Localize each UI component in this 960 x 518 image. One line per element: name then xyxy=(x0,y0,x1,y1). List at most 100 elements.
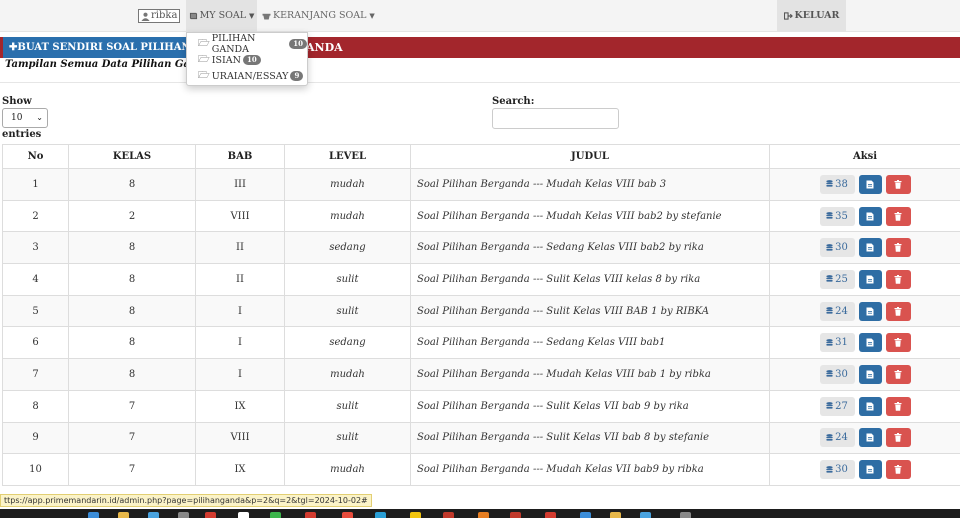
question-count-button[interactable]: 25 xyxy=(819,269,855,289)
delete-button[interactable] xyxy=(885,301,911,321)
cell-no: 5 xyxy=(2,294,69,328)
user-menu[interactable]: ribka xyxy=(138,9,181,23)
cell-kelas: 7 xyxy=(68,389,196,423)
question-count-button[interactable]: 31 xyxy=(819,333,855,353)
taskbar-app-icon[interactable] xyxy=(88,512,99,518)
cell-aksi: 30 xyxy=(769,231,960,265)
delete-button[interactable] xyxy=(885,206,911,226)
sign-out-icon xyxy=(783,12,793,20)
dropdown-item-pilihan-ganda[interactable]: 🗁 PILIHAN GANDA 10 xyxy=(187,33,307,55)
cell-no: 8 xyxy=(2,389,69,423)
question-count: 35 xyxy=(835,210,848,222)
question-count-button[interactable]: 30 xyxy=(819,238,855,258)
logout-button[interactable]: KELUAR xyxy=(777,0,846,32)
entries-select[interactable]: 10 ⌄ xyxy=(2,108,48,128)
taskbar-app-icon[interactable] xyxy=(443,512,454,518)
cell-level: sulit xyxy=(284,421,411,455)
count-badge: 9 xyxy=(290,71,304,81)
question-count-button[interactable]: 27 xyxy=(819,396,855,416)
taskbar-app-icon[interactable] xyxy=(680,512,691,518)
edit-button[interactable] xyxy=(858,460,882,480)
delete-button[interactable] xyxy=(885,269,911,289)
delete-button[interactable] xyxy=(885,174,911,194)
question-count-button[interactable]: 30 xyxy=(819,460,855,480)
trash-icon xyxy=(894,243,902,252)
question-count-button[interactable]: 38 xyxy=(819,174,855,194)
edit-button[interactable] xyxy=(858,174,882,194)
cell-bab: VIII xyxy=(195,421,285,455)
taskbar-app-icon[interactable] xyxy=(610,512,621,518)
col-header-aksi[interactable]: Aksi xyxy=(769,144,960,169)
keranjang-soal-menu[interactable]: KERANJANG SOAL ▼ xyxy=(262,0,375,32)
my-soal-label: MY SOAL xyxy=(199,10,247,21)
delete-button[interactable] xyxy=(885,428,911,448)
cell-level: sedang xyxy=(284,326,411,360)
taskbar-app-icon[interactable] xyxy=(305,512,316,518)
dropdown-item-uraian-essay[interactable]: 🗁 URAIAN/ESSAY 9 xyxy=(187,68,307,84)
dropdown-item-isian[interactable]: 🗁 ISIAN 10 xyxy=(187,52,307,68)
cell-level: sulit xyxy=(284,263,411,296)
cell-kelas: 8 xyxy=(68,326,196,360)
dropdown-item-label: ISIAN xyxy=(211,54,241,66)
taskbar-app-icon[interactable] xyxy=(580,512,591,518)
trash-icon xyxy=(894,465,902,474)
edit-button[interactable] xyxy=(858,428,882,448)
delete-button[interactable] xyxy=(885,396,911,416)
taskbar-app-icon[interactable] xyxy=(545,512,556,518)
question-count-button[interactable]: 30 xyxy=(819,364,855,384)
taskbar-app-icon[interactable] xyxy=(478,512,489,518)
col-header-level[interactable]: LEVEL xyxy=(284,144,411,169)
file-text-icon xyxy=(866,465,874,474)
edit-button[interactable] xyxy=(858,396,882,416)
question-count: 25 xyxy=(835,273,848,285)
cell-judul: Soal Pilihan Berganda --- Sedang Kelas V… xyxy=(410,326,770,360)
question-count-button[interactable]: 24 xyxy=(819,301,855,321)
database-icon xyxy=(826,465,833,473)
cell-kelas: 8 xyxy=(68,294,196,328)
taskbar-app-icon[interactable] xyxy=(270,512,281,518)
col-header-judul[interactable]: JUDUL xyxy=(410,144,770,169)
question-count-button[interactable]: 24 xyxy=(819,428,855,448)
question-count-button[interactable]: 35 xyxy=(819,206,855,226)
taskbar-app-icon[interactable] xyxy=(238,512,249,518)
book-icon xyxy=(189,12,197,20)
taskbar-app-icon[interactable] xyxy=(510,512,521,518)
file-text-icon xyxy=(866,212,874,221)
edit-button[interactable] xyxy=(858,333,882,353)
cell-no: 10 xyxy=(2,453,69,486)
taskbar-app-icon[interactable] xyxy=(118,512,129,518)
table-row: 8 7 IX sulit Soal Pilihan Berganda --- Sulit… xyxy=(2,389,960,423)
taskbar-app-icon[interactable] xyxy=(342,512,353,518)
taskbar-app-icon[interactable] xyxy=(178,512,189,518)
delete-button[interactable] xyxy=(885,364,911,384)
delete-button[interactable] xyxy=(885,460,911,480)
col-header-kelas[interactable]: KELAS xyxy=(68,144,196,169)
edit-button[interactable] xyxy=(858,269,882,289)
caret-down-icon: ▼ xyxy=(369,12,375,20)
edit-button[interactable] xyxy=(858,301,882,321)
page-header-title: ANDA xyxy=(306,41,343,54)
my-soal-menu[interactable]: MY SOAL ▼ xyxy=(186,0,257,32)
edit-button[interactable] xyxy=(858,206,882,226)
caret-down-icon: ▼ xyxy=(249,12,255,20)
my-soal-dropdown: 🗁 PILIHAN GANDA 10 🗁 ISIAN 10 🗁 URAIAN/E… xyxy=(186,32,308,86)
edit-button[interactable] xyxy=(858,364,882,384)
edit-button[interactable] xyxy=(858,238,882,258)
database-icon xyxy=(826,338,833,346)
taskbar-app-icon[interactable] xyxy=(640,512,651,518)
col-header-no[interactable]: No xyxy=(2,144,69,169)
taskbar-app-icon[interactable] xyxy=(410,512,421,518)
username-label: ribka xyxy=(151,10,178,21)
taskbar-app-icon[interactable] xyxy=(148,512,159,518)
table-row: 9 7 VIII sulit Soal Pilihan Berganda --- Sul… xyxy=(2,421,960,455)
delete-button[interactable] xyxy=(885,333,911,353)
cell-aksi: 25 xyxy=(769,263,960,296)
taskbar-app-icon[interactable] xyxy=(205,512,216,518)
dropdown-item-label: URAIAN/ESSAY xyxy=(211,70,289,82)
taskbar-app-icon[interactable] xyxy=(375,512,386,518)
col-header-bab[interactable]: BAB xyxy=(195,144,285,169)
delete-button[interactable] xyxy=(885,238,911,258)
cell-bab: VIII xyxy=(195,199,285,233)
file-text-icon xyxy=(866,275,874,284)
search-input[interactable] xyxy=(492,108,619,129)
